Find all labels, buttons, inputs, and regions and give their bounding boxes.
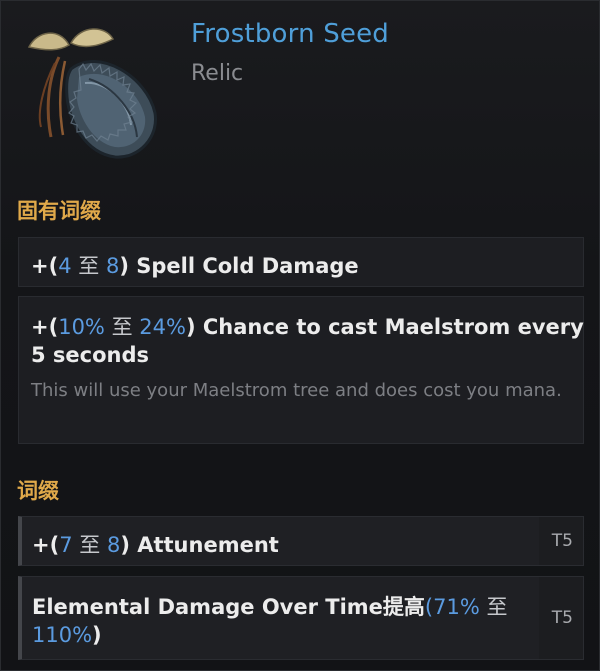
item-type: Relic <box>191 61 244 86</box>
affix-text-line2: 110%) <box>32 623 102 647</box>
affix-prefix: +( <box>32 533 60 557</box>
explicit-affix-attunement: +(7 至 8) Attunement T5 <box>18 516 584 566</box>
affix-text: Elemental Damage Over Time提高(71% 至 <box>32 591 508 621</box>
affix-suffix: ) Spell Cold Damage <box>119 254 359 278</box>
affix-min: 71% <box>433 595 480 619</box>
implicit-section-title: 固有词缀 <box>17 199 101 223</box>
tier-badge: T5 <box>551 531 573 551</box>
affix-range-sep: 至 <box>479 595 508 619</box>
affix-text: +(4 至 8) Spell Cold Damage <box>31 250 359 280</box>
affix-prefix: +( <box>31 254 59 278</box>
affix-min: 7 <box>59 533 73 557</box>
affix-max: 110% <box>32 623 93 647</box>
affix-text-line2: 5 seconds <box>31 343 150 367</box>
affix-min: 10% <box>58 315 105 339</box>
item-tooltip: Frostborn Seed Relic 固有词缀 +(4 至 8) Spell… <box>0 0 600 671</box>
affix-open-paren: ( <box>424 595 434 619</box>
implicit-affix-maelstrom: +(10% 至 24%) Chance to cast Maelstrom ev… <box>18 296 584 444</box>
implicit-affix-spell-cold: +(4 至 8) Spell Cold Damage <box>18 237 584 287</box>
affix-description: This will use your Maelstrom tree and do… <box>31 380 562 401</box>
affix-range-sep: 至 <box>71 254 106 278</box>
explicit-affix-elemental-dot: Elemental Damage Over Time提高(71% 至 110%)… <box>18 576 584 660</box>
affix-prefix: +( <box>31 315 59 339</box>
affix-max: 24% <box>139 315 186 339</box>
item-header: Frostborn Seed Relic <box>1 1 600 181</box>
affix-min: 4 <box>58 254 72 278</box>
affix-max: 8 <box>106 533 121 557</box>
affix-suffix: ) Attunement <box>120 533 279 557</box>
affix-text: +(10% 至 24%) Chance to cast Maelstrom ev… <box>31 311 584 341</box>
frost-seed-relic-icon <box>27 28 157 159</box>
affix-stat-name: Elemental Damage Over Time <box>32 595 383 619</box>
affix-max: 8 <box>105 254 120 278</box>
affix-text: +(7 至 8) Attunement <box>32 529 279 559</box>
affix-increase-word: 提高 <box>382 595 425 619</box>
explicit-section-title: 词缀 <box>17 479 59 503</box>
tier-badge: T5 <box>551 608 573 628</box>
item-name: Frostborn Seed <box>191 19 390 49</box>
affix-range-sep: 至 <box>72 533 107 557</box>
affix-suffix: ) Chance to cast Maelstrom every <box>185 315 584 339</box>
affix-close-paren: ) <box>92 623 102 647</box>
affix-range-sep: 至 <box>104 315 140 339</box>
